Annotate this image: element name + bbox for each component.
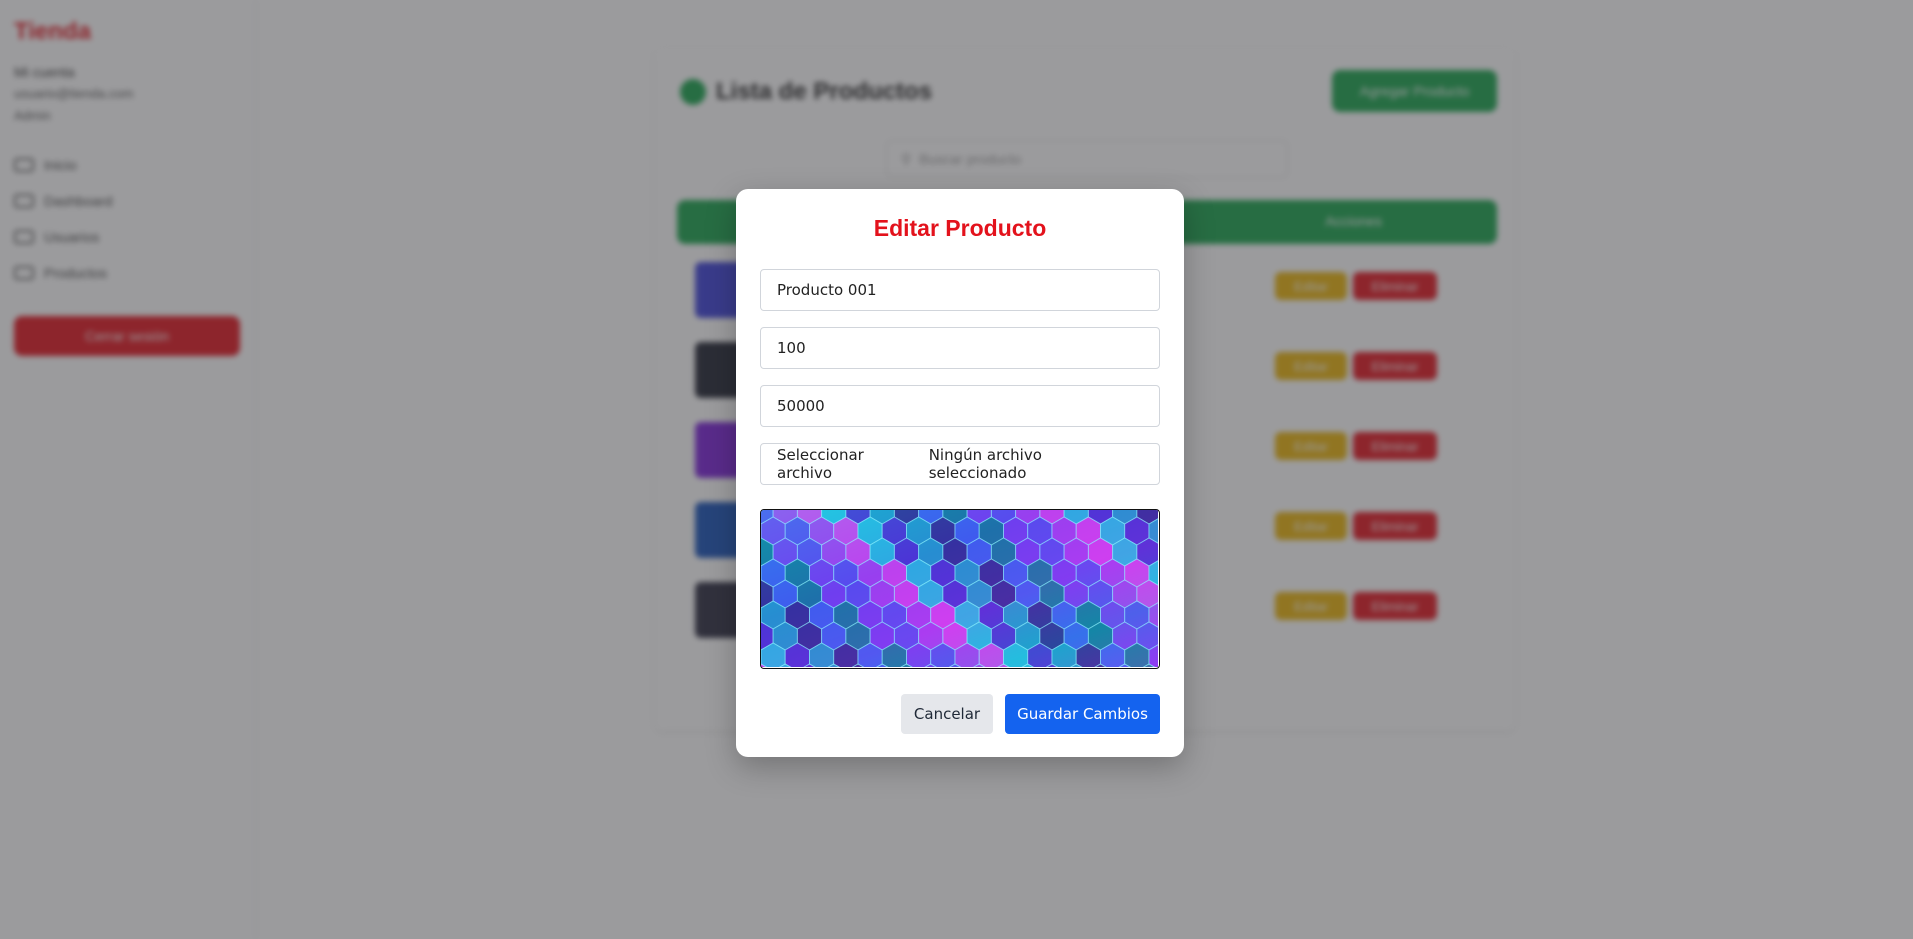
product-name-input[interactable] [760,269,1160,311]
product-image-preview [760,509,1160,669]
product-image-file-input[interactable]: Seleccionar archivo Ningún archivo selec… [760,443,1160,485]
cancel-button[interactable]: Cancelar [901,694,993,734]
modal-title: Editar Producto [873,215,1047,241]
edit-product-modal: Editar Producto Seleccionar archivo Ning… [736,189,1184,757]
product-stock-input[interactable] [760,327,1160,369]
save-changes-button[interactable]: Guardar Cambios [1005,694,1160,734]
hexagon-pattern-image [761,510,1158,667]
choose-file-button[interactable]: Seleccionar archivo [777,446,923,482]
file-status-text: Ningún archivo seleccionado [928,446,1042,482]
product-price-input[interactable] [760,385,1160,427]
